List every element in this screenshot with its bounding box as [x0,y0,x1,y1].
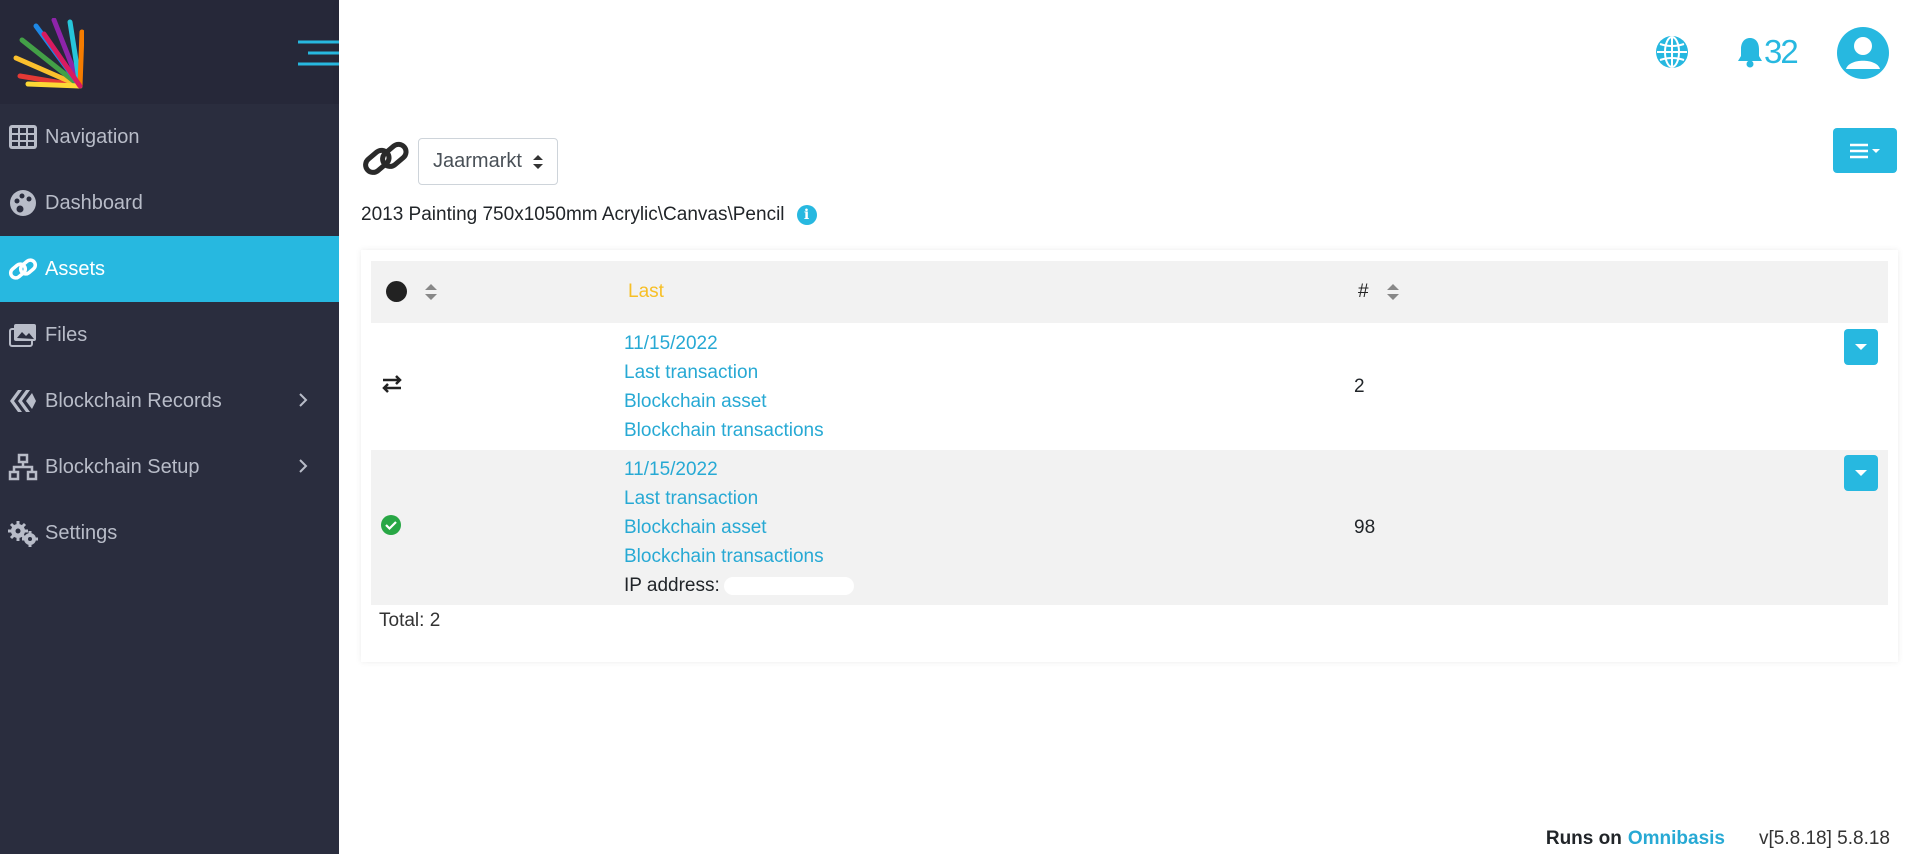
column-status[interactable] [371,261,618,323]
column-last-label: Last [628,281,664,302]
sidebar-item-label: Assets [45,257,106,280]
sidebar-item-assets[interactable]: Assets [0,236,339,302]
blockchain-asset-link[interactable]: Blockchain asset [624,513,1348,542]
row-dropdown-button[interactable] [1844,329,1878,365]
table-header-row: Last # [371,261,1888,323]
asset-select[interactable]: Jaarmarkt [418,138,558,185]
last-transaction-link[interactable]: Last transaction [624,358,1348,387]
app-root: Navigation Dashboard Assets Files Blockc… [0,0,1920,854]
table-row: 11/15/2022 Last transaction Blockchain a… [371,450,1888,605]
links-cell: 11/15/2022 Last transaction Blockchain a… [618,323,1348,450]
sidebar-item-label: Navigation [45,125,140,148]
sidebar-item-label: Blockchain Records [45,389,222,412]
sidebar-item-blockchain-setup[interactable]: Blockchain Setup [0,434,339,500]
status-dot-icon [386,281,407,303]
sidebar-item-files[interactable]: Files [0,302,339,368]
blockchain-icon [6,386,40,416]
topbar: 32 [339,0,1920,104]
link-icon [363,141,409,175]
link-icon [6,254,40,284]
date-link[interactable]: 11/15/2022 [624,329,1348,358]
ip-address-redacted [723,576,854,595]
footer-runs-on: Runs on [1545,828,1622,849]
footer-version: v[5.8.18] 5.8.18 [1759,828,1890,849]
asset-description-text: 2013 Painting 750x1050mm Acrylic\Canvas\… [361,204,785,225]
notifications[interactable]: 32 [1736,32,1799,72]
actions-menu-button[interactable] [1833,128,1897,173]
last-transaction-link[interactable]: Last transaction [624,484,1348,513]
chevron-right-icon [299,393,308,407]
count-cell: 2 [1348,323,1888,450]
date-link[interactable]: 11/15/2022 [624,455,1348,484]
blockchain-transactions-link[interactable]: Blockchain transactions [624,542,1348,571]
images-icon [6,320,40,350]
palette-icon [6,188,40,218]
sort-caret-icon [533,155,543,169]
sort-icon [1386,283,1399,300]
table-total: Total: 2 [379,610,441,631]
gears-icon [6,518,40,548]
sidebar-item-navigation[interactable]: Navigation [0,104,339,170]
links-cell: 11/15/2022 Last transaction Blockchain a… [618,450,1348,605]
transactions-table: Last # 11/15/2022 Last transaction Block… [371,261,1888,605]
table-row: 11/15/2022 Last transaction Blockchain a… [371,323,1888,450]
ip-address-label: IP address: [624,575,720,596]
status-cell [371,323,618,450]
caret-down-icon [1855,344,1867,350]
bell-icon [1738,38,1762,68]
sidebar-nav: Navigation Dashboard Assets Files Blockc… [0,104,339,566]
column-count[interactable]: # [1348,261,1888,323]
footer-brand-link[interactable]: Omnibasis [1628,828,1725,850]
exchange-icon [382,374,402,393]
menu-icon [1850,143,1880,158]
count-value: 2 [1354,375,1365,397]
blockchain-transactions-link[interactable]: Blockchain transactions [624,416,1348,445]
count-cell: 98 [1348,450,1888,605]
chevron-right-icon [299,459,308,473]
sidebar-item-label: Dashboard [45,191,143,214]
logo-icon[interactable] [8,18,84,90]
sidebar-brand [0,0,339,104]
sidebar: Navigation Dashboard Assets Files Blockc… [0,0,339,854]
caret-down-icon [1855,470,1867,476]
sidebar-item-label: Files [45,323,88,346]
sidebar-item-label: Blockchain Setup [45,455,200,478]
column-last[interactable]: Last [618,261,1348,323]
info-icon[interactable]: i [796,205,817,225]
asset-description: 2013 Painting 750x1050mm Acrylic\Canvas\… [361,204,817,226]
sidebar-item-label: Settings [45,521,118,544]
transactions-card: Last # 11/15/2022 Last transaction Block… [361,250,1898,662]
network-icon [6,452,40,482]
sidebar-item-dashboard[interactable]: Dashboard [0,170,339,236]
user-icon [1846,37,1880,69]
notification-count: 32 [1764,33,1799,70]
avatar[interactable] [1837,27,1889,79]
sort-icon [425,283,438,300]
footer: Runs on Omnibasis v[5.8.18] 5.8.18 [1546,828,1890,850]
blockchain-asset-link[interactable]: Blockchain asset [624,387,1348,416]
asset-select-value: Jaarmarkt [433,150,522,172]
main-content: Jaarmarkt 2013 Painting 750x1050mm Acryl… [339,104,1920,854]
globe-icon[interactable] [1655,35,1689,69]
grid-icon [6,122,40,152]
column-count-label: # [1358,281,1369,302]
ip-address-line: IP address: [624,571,1348,600]
check-circle-icon [381,514,401,535]
row-dropdown-button[interactable] [1844,455,1878,491]
count-value: 98 [1354,516,1376,538]
sidebar-item-settings[interactable]: Settings [0,500,339,566]
sidebar-toggle-icon[interactable] [298,38,339,68]
sidebar-item-blockchain-records[interactable]: Blockchain Records [0,368,339,434]
status-cell [371,450,618,605]
